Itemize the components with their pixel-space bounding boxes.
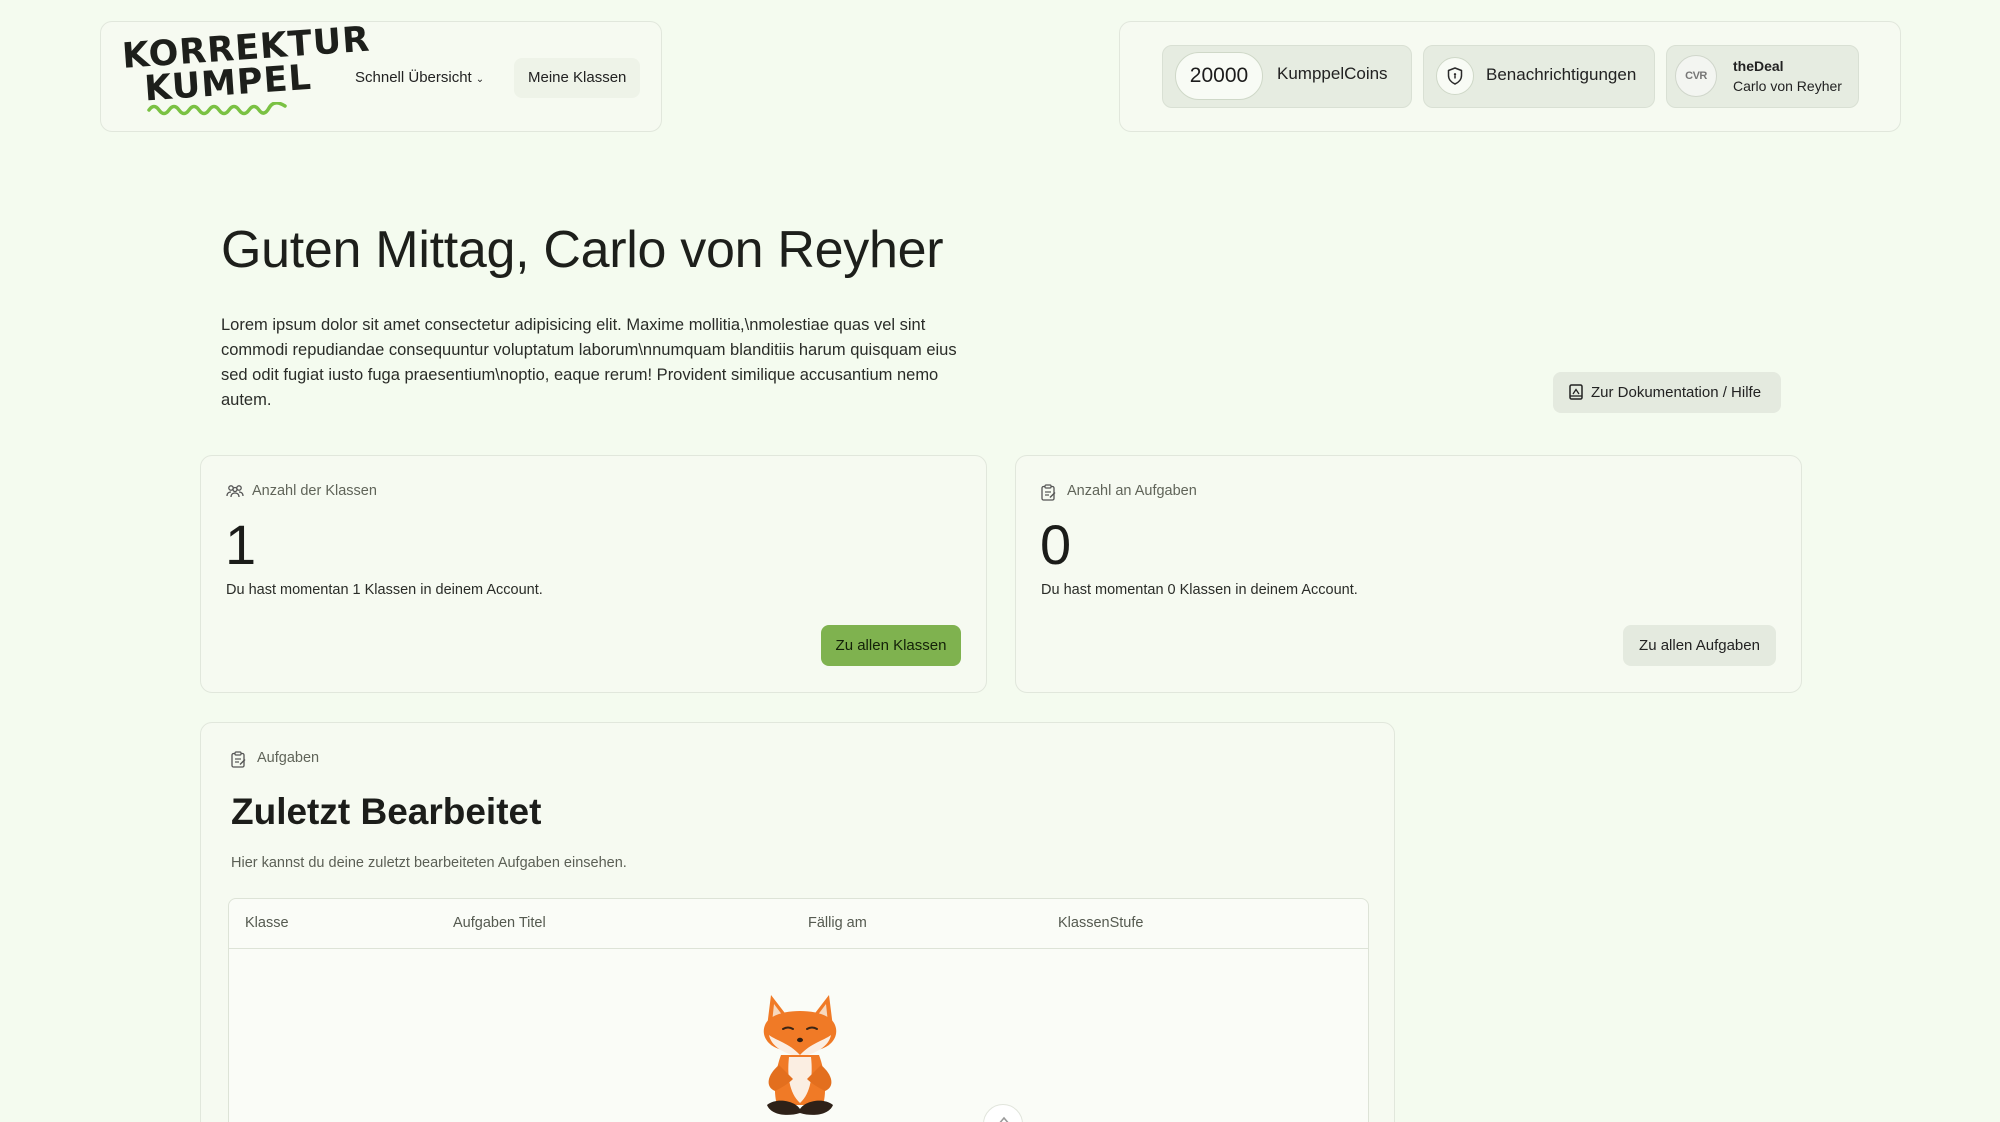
recent-section-subtitle: Hier kannst du deine zuletzt bearbeitete… [231, 855, 627, 871]
tasks-count: 0 [1040, 513, 1072, 576]
column-header-task-title[interactable]: Aufgaben Titel [453, 915, 546, 931]
logo-wordmark: KORREKTUR KUMPEL [121, 20, 374, 110]
classes-card-caption-label: Anzahl der Klassen [252, 483, 377, 499]
book-icon [1569, 384, 1583, 400]
documentation-help-button[interactable]: Zur Dokumentation / Hilfe [1553, 372, 1781, 413]
profile-full-name: Carlo von Reyher [1733, 78, 1842, 94]
clipboard-icon [231, 751, 246, 768]
header-nav-panel: KORREKTUR KUMPEL Schnell Übersicht ⌄ Mein… [100, 20, 662, 132]
all-tasks-button[interactable]: Zu allen Aufgaben [1623, 625, 1776, 666]
nav-my-classes[interactable]: Meine Klassen [514, 58, 641, 98]
avatar: CVR [1675, 55, 1717, 97]
coins-label: KumppelCoins [1277, 64, 1388, 83]
tasks-description: Du hast momentan 0 Klassen in deinem Acc… [1041, 582, 1358, 598]
recent-tasks-table: Klasse Aufgaben Titel Fällig am KlassenS… [228, 898, 1369, 1122]
header-user-panel: 20000 KumppelCoins Benachrichtigungen CV… [1119, 21, 1901, 132]
profile-menu[interactable]: CVR theDeal Carlo von Reyher [1666, 45, 1859, 108]
notifications-label: Benachrichtigungen [1486, 65, 1637, 84]
intro-text: Lorem ipsum dolor sit amet consectetur a… [221, 316, 957, 409]
column-header-grade-level[interactable]: KlassenStufe [1058, 915, 1143, 931]
table-header: Klasse Aufgaben Titel Fällig am KlassenS… [229, 899, 1368, 949]
classes-count-card: Anzahl der Klassen 1 Du hast momentan 1 … [200, 455, 987, 693]
recent-card-caption: Aufgaben [231, 750, 320, 768]
shield-icon [1436, 57, 1474, 95]
recent-card-caption-label: Aufgaben [257, 750, 320, 766]
classes-count: 1 [225, 513, 257, 576]
coin-balance: 20000 [1175, 52, 1263, 100]
fox-mascot-icon [763, 995, 837, 1115]
tasks-card-caption-label: Anzahl an Aufgaben [1067, 483, 1197, 499]
all-classes-button[interactable]: Zu allen Klassen [821, 625, 961, 666]
tasks-count-card: Anzahl an Aufgaben 0 Du hast momentan 0 … [1015, 455, 1802, 693]
clipboard-icon [1041, 484, 1056, 501]
coins-chip[interactable]: 20000 KumppelCoins [1162, 45, 1412, 108]
scroll-up-button[interactable] [983, 1104, 1023, 1122]
classes-description: Du hast momentan 1 Klassen in deinem Acc… [226, 582, 543, 598]
recent-section-title: Zuletzt Bearbeitet [231, 791, 542, 832]
page-title: Guten Mittag, Carlo von Reyher [221, 221, 944, 279]
logo-squiggle-icon [147, 102, 287, 116]
nav-quick-overview[interactable]: Schnell Übersicht ⌄ [341, 58, 498, 98]
notifications-button[interactable]: Benachrichtigungen [1423, 45, 1655, 108]
column-header-class[interactable]: Klasse [245, 915, 289, 931]
users-icon [226, 485, 244, 498]
chevron-down-icon: ⌄ [475, 74, 485, 85]
korrektur-kumpel-logo[interactable]: KORREKTUR KUMPEL [121, 20, 371, 124]
recent-tasks-card: Aufgaben Zuletzt Bearbeitet Hier kannst … [200, 722, 1395, 1122]
column-header-due-date[interactable]: Fällig am [808, 915, 867, 931]
documentation-help-label: Zur Dokumentation / Hilfe [1591, 384, 1762, 401]
profile-username: theDeal [1733, 58, 1784, 74]
classes-card-caption: Anzahl der Klassen [226, 483, 377, 499]
chevron-up-icon [999, 1116, 1009, 1122]
tasks-card-caption: Anzahl an Aufgaben [1041, 483, 1197, 501]
nav-quick-overview-label: Schnell Übersicht [355, 69, 472, 86]
